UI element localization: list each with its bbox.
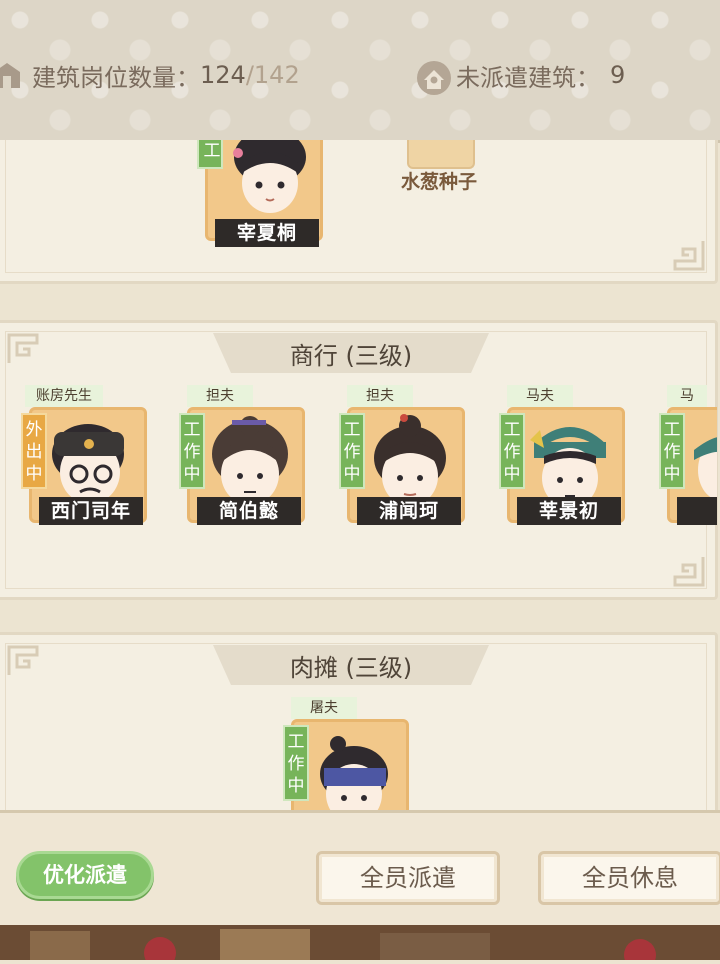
- status-text: 工作中: [287, 732, 305, 796]
- meander-corner-icon: [673, 241, 705, 271]
- building-card-shop: 商行 (三级) 账房先生 外出中 西门司年 担夫 工 作 中 简伯懿 担夫 工 …: [0, 320, 718, 600]
- building-card: 工作中 宰夏桐 水葱种子: [0, 140, 718, 284]
- status-tag: 工作中: [499, 413, 525, 489]
- worker-name: 简伯懿: [197, 497, 301, 525]
- worker-slot[interactable]: 担夫 工作中 简伯懿: [179, 385, 319, 535]
- role-tag: 账房先生: [25, 385, 103, 407]
- building-card-meat: 肉摊 (三级) 屠夫 工作中: [0, 632, 718, 810]
- house-person-icon: [414, 58, 451, 95]
- status-text: 工作中: [183, 420, 201, 484]
- worker-name: [677, 497, 717, 525]
- worker-name: 浦闻珂: [357, 497, 461, 525]
- header-bar: 建筑岗位数量： 124/142 未派遣建筑： 9: [0, 0, 720, 143]
- meander-corner-icon: [673, 557, 705, 587]
- role-tag: 马: [667, 385, 707, 407]
- status-tag: 工作中: [659, 413, 685, 489]
- dispatch-all-button[interactable]: 全员派遣: [316, 851, 500, 905]
- role-tag: 担夫: [347, 385, 413, 407]
- positions-current: 124: [200, 61, 246, 89]
- status-text: 工作中: [203, 141, 221, 161]
- worker-slot[interactable]: 工作中 宰夏桐: [197, 140, 337, 287]
- status-tag: 工作中: [197, 140, 223, 169]
- undispatched-value: 9: [610, 61, 626, 89]
- positions-max: 142: [253, 61, 300, 89]
- worker-slot[interactable]: 担夫 工作中 浦闻珂: [339, 385, 479, 535]
- building-title: 商行 (三级): [213, 333, 489, 373]
- status-tag: 工作中: [339, 413, 365, 489]
- building-title-text: 肉摊 (三级): [289, 653, 413, 682]
- town-scene-background: [0, 925, 720, 964]
- status-text: 工作中: [343, 420, 361, 484]
- item-slot[interactable]: 水葱种子: [389, 140, 489, 207]
- footer-bar: 优化派遣 全员派遣 全员休息: [0, 810, 720, 928]
- meander-corner-icon: [7, 645, 39, 675]
- worker-name: 莘景初: [517, 497, 621, 525]
- status-tag: 外出中: [21, 413, 47, 489]
- role-tag: 马夫: [507, 385, 573, 407]
- rest-all-button[interactable]: 全员休息: [538, 851, 720, 905]
- building-icon: [0, 58, 24, 92]
- status-tag: 工作中: [283, 725, 309, 801]
- positions-slash: /: [245, 61, 254, 89]
- worker-name: 西门司年: [39, 497, 143, 525]
- meander-corner-icon: [7, 333, 39, 363]
- status-text: 工作中: [503, 420, 521, 484]
- worker-slot[interactable]: 马 工作中: [659, 385, 717, 535]
- status-tag: 工作中: [179, 413, 205, 489]
- building-title-text: 商行 (三级): [289, 341, 413, 370]
- optimize-dispatch-button[interactable]: 优化派遣: [16, 851, 154, 899]
- worker-slot[interactable]: 马夫 工作中 莘景初: [499, 385, 639, 535]
- worker-slot[interactable]: 屠夫 工作中: [283, 697, 423, 810]
- role-tag: 担夫: [187, 385, 253, 407]
- status-text: 工作中: [663, 420, 681, 484]
- worker-name: 宰夏桐: [215, 219, 319, 247]
- undispatched-stat: 未派遣建筑： 9: [414, 56, 626, 95]
- worker-slot[interactable]: 账房先生 外出中 西门司年: [21, 385, 161, 535]
- seed-bag-icon: [407, 140, 475, 169]
- role-tag: 屠夫: [291, 697, 357, 719]
- undispatched-label: 未派遣建筑：: [456, 63, 600, 92]
- item-name: 水葱种子: [400, 171, 477, 193]
- positions-label: 建筑岗位数量：: [32, 63, 200, 92]
- building-list[interactable]: 工作中 宰夏桐 水葱种子 商行 (三级) 账房先生: [0, 140, 720, 810]
- status-text: 外出中: [25, 420, 43, 484]
- positions-stat: 建筑岗位数量： 124/142: [0, 56, 300, 94]
- building-title: 肉摊 (三级): [213, 645, 489, 685]
